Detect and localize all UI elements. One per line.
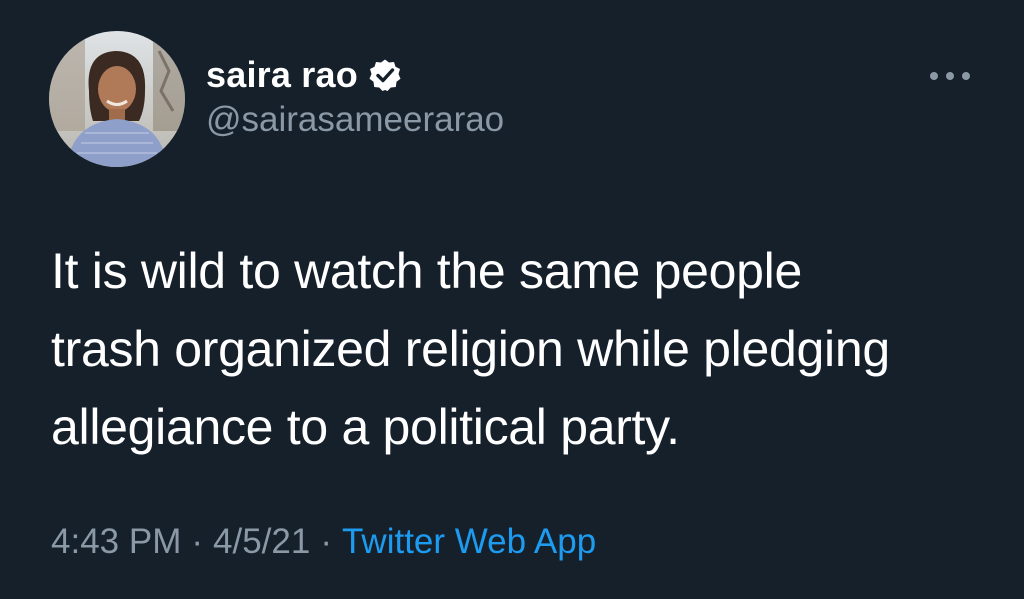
- verified-badge-icon: [368, 58, 402, 92]
- tweet-meta: 4:43 PM · 4/5/21 · Twitter Web App: [51, 522, 596, 562]
- more-options-icon[interactable]: [930, 64, 970, 88]
- avatar[interactable]: [49, 31, 185, 167]
- more-dot: [946, 72, 954, 80]
- tweet-date[interactable]: 4/5/21: [213, 522, 310, 561]
- author-info: saira rao @sairasameerarao: [206, 53, 504, 140]
- meta-separator: ·: [191, 522, 204, 561]
- tweet-time[interactable]: 4:43 PM: [51, 522, 181, 561]
- tweet-card: saira rao @sairasameerarao It is wild to…: [0, 0, 1024, 599]
- more-dot: [962, 72, 970, 80]
- display-name[interactable]: saira rao: [206, 54, 358, 96]
- meta-separator: ·: [320, 522, 332, 561]
- profile-photo-image: [49, 31, 185, 167]
- author-name-row: saira rao: [206, 53, 504, 97]
- tweet-text: It is wild to watch the same people tras…: [51, 243, 890, 455]
- username-handle[interactable]: @sairasameerarao: [206, 100, 504, 140]
- tweet-source-link[interactable]: Twitter Web App: [342, 522, 596, 561]
- more-dot: [930, 72, 938, 80]
